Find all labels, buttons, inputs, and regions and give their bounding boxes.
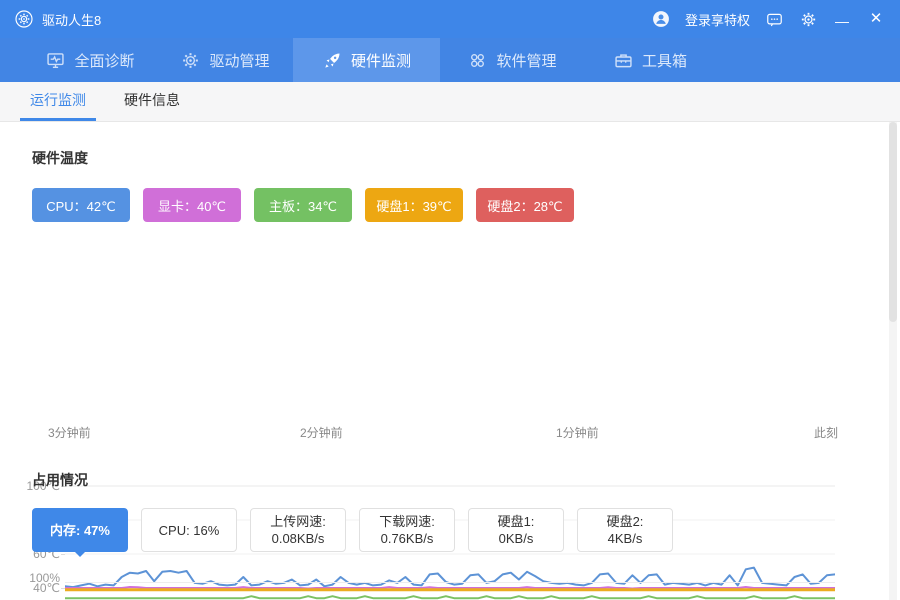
close-button[interactable]: ✕ bbox=[866, 9, 886, 29]
diagnosis-monitor-icon bbox=[45, 50, 66, 71]
subtab-label: 运行监测 bbox=[30, 90, 86, 110]
usage-btn-value: 0.76KB/s bbox=[381, 530, 434, 547]
usage-btn-disk1[interactable]: 硬盘1: 0KB/s bbox=[468, 508, 564, 552]
toolbox-icon bbox=[613, 50, 634, 71]
usage-btn-value: 0.08KB/s bbox=[272, 530, 325, 547]
usage-btn-label: 内存: 47% bbox=[50, 522, 110, 539]
usage-btn-memory[interactable]: 内存: 47% bbox=[32, 508, 128, 552]
usage-btn-upload-speed[interactable]: 上传网速: 0.08KB/s bbox=[250, 508, 346, 552]
usage-btn-label: 上传网速: bbox=[270, 513, 326, 530]
x-axis-tick: 3分钟前 bbox=[48, 424, 91, 441]
main-nav: 全面诊断 驱动管理 bbox=[0, 38, 900, 82]
usage-btn-value: 0KB/s bbox=[499, 530, 534, 547]
usage-btn-cpu[interactable]: CPU: 16% bbox=[141, 508, 237, 552]
temp-badge-mainboard[interactable]: 主板：34℃ bbox=[254, 188, 352, 222]
scrollbar-thumb[interactable] bbox=[889, 122, 897, 322]
minimize-button[interactable]: — bbox=[832, 9, 852, 29]
usage-chart-ytick: 100% bbox=[14, 571, 60, 585]
app-logo-icon bbox=[14, 9, 34, 29]
close-icon: ✕ bbox=[870, 9, 883, 29]
nav-tab-hardware-monitor[interactable]: 硬件监测 bbox=[293, 38, 440, 82]
titlebar-right: 登录享特权 bbox=[651, 9, 900, 29]
sub-nav: 运行监测 硬件信息 bbox=[0, 82, 900, 122]
usage-btn-download-speed[interactable]: 下载网速: 0.76KB/s bbox=[359, 508, 455, 552]
usage-buttons: 内存: 47% CPU: 16% 上传网速: 0.08KB/s 下载网速: 0.… bbox=[32, 508, 673, 552]
usage-btn-label: CPU: 16% bbox=[159, 522, 220, 539]
nav-tab-driver-management[interactable]: 驱动管理 bbox=[158, 38, 292, 82]
nav-tab-software-management[interactable]: 软件管理 bbox=[445, 38, 579, 82]
temp-badge-disk1[interactable]: 硬盘1：39℃ bbox=[365, 188, 463, 222]
subtab-running-monitor[interactable]: 运行监测 bbox=[20, 82, 96, 121]
usage-btn-label: 硬盘2: bbox=[607, 513, 644, 530]
avatar-icon[interactable] bbox=[651, 9, 671, 29]
nav-tab-label: 驱动管理 bbox=[209, 50, 269, 71]
nav-tab-label: 硬件监测 bbox=[351, 50, 411, 71]
nav-tab-label: 工具箱 bbox=[642, 50, 687, 71]
driver-gear-icon bbox=[180, 50, 201, 71]
temperature-section-title: 硬件温度 bbox=[32, 148, 88, 168]
nav-tab-label: 软件管理 bbox=[496, 50, 556, 71]
nav-tab-toolbox[interactable]: 工具箱 bbox=[583, 38, 717, 82]
temp-badge-disk2[interactable]: 硬盘2：28℃ bbox=[476, 188, 574, 222]
app-title: 驱动人生8 bbox=[42, 10, 101, 29]
subtab-hardware-info[interactable]: 硬件信息 bbox=[114, 82, 190, 121]
usage-btn-disk2[interactable]: 硬盘2: 4KB/s bbox=[577, 508, 673, 552]
temperature-chart: 100℃ 80℃ 60℃ 40℃ 20℃ 0℃ 3分钟前 2分钟前 1分钟前 此… bbox=[0, 240, 900, 445]
titlebar-left: 驱动人生8 bbox=[0, 9, 101, 29]
titlebar: 驱动人生8 登录享特权 bbox=[0, 0, 900, 38]
feedback-bubble-icon[interactable] bbox=[764, 9, 784, 29]
usage-btn-label: 硬盘1: bbox=[498, 513, 535, 530]
usage-btn-value: 4KB/s bbox=[608, 530, 643, 547]
x-axis-tick: 此刻 bbox=[814, 424, 838, 441]
x-axis-tick: 1分钟前 bbox=[556, 424, 599, 441]
usage-section-title: 占用情况 bbox=[32, 470, 88, 490]
temp-badge-cpu[interactable]: CPU：42℃ bbox=[32, 188, 130, 222]
temp-badge-gpu[interactable]: 显卡：40℃ bbox=[143, 188, 241, 222]
nav-tab-full-diagnosis[interactable]: 全面诊断 bbox=[23, 38, 157, 82]
temperature-badges: CPU：42℃ 显卡：40℃ 主板：34℃ 硬盘1：39℃ 硬盘2：28℃ bbox=[32, 188, 574, 222]
settings-gear-icon[interactable] bbox=[798, 9, 818, 29]
login-link[interactable]: 登录享特权 bbox=[685, 10, 750, 29]
usage-chart-gridline bbox=[65, 582, 835, 583]
minimize-glyph: — bbox=[835, 11, 849, 31]
nav-tab-label: 全面诊断 bbox=[74, 50, 134, 71]
usage-btn-label: 下载网速: bbox=[379, 513, 435, 530]
app-window: 驱动人生8 登录享特权 bbox=[0, 0, 900, 600]
software-circles-icon bbox=[467, 50, 488, 71]
subtab-label: 硬件信息 bbox=[124, 90, 180, 110]
scrollbar[interactable] bbox=[889, 122, 897, 600]
x-axis-tick: 2分钟前 bbox=[300, 424, 343, 441]
hardware-rocket-icon bbox=[322, 50, 343, 71]
